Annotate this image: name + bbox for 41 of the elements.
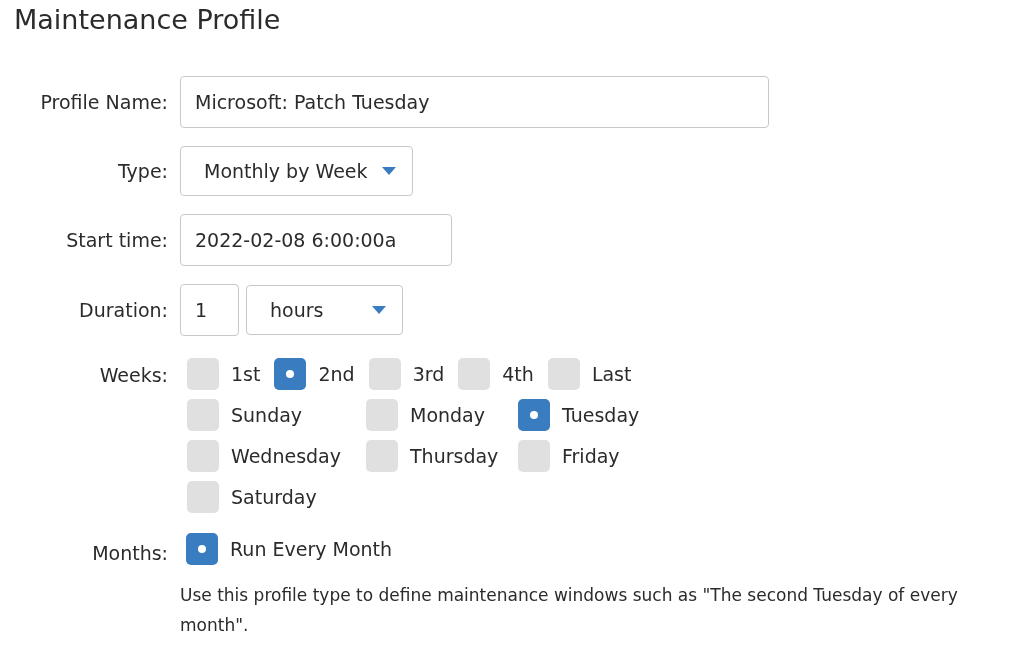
profile-name-field[interactable]: Microsoft: Patch Tuesday [180,76,769,128]
checkbox[interactable] [366,440,398,472]
checkbox-label: Last [591,361,632,387]
unit-dropdown[interactable]: hours [246,285,403,335]
checkbox-label: Friday [562,443,620,469]
checkbox[interactable] [187,481,219,513]
checkbox-label: Wednesday [231,443,341,469]
checkbox[interactable] [187,440,219,472]
type-dropdown[interactable]: Monthly by Week [180,146,413,196]
checkbox-label: Monday [410,402,485,428]
page-title: Maintenance Profile [13,3,282,37]
field-label: Start time: [65,227,168,253]
checkbox[interactable] [458,358,491,390]
duration-field[interactable]: 1 [180,284,239,336]
checkbox[interactable] [187,399,219,431]
field-label: Type: [116,158,168,184]
start-time-field[interactable]: 2022-02-08 6:00:00a [180,214,452,266]
checkbox[interactable] [518,399,550,431]
checkbox-label: Thursday [410,443,499,469]
checkbox-label: 4th [502,361,534,387]
checkbox-label: 2nd [318,361,355,387]
help-text: Use this profile type to define maintenance windows such as "The second Tuesday of every month". [179,583,959,637]
checkbox[interactable] [368,358,401,390]
checkbox[interactable] [518,440,550,472]
checkbox-label: Sunday [231,402,303,428]
field-label: Profile Name: [39,89,168,115]
checkbox-label: 3rd [412,361,445,387]
caret-icon [381,167,396,175]
checkbox[interactable] [547,358,580,390]
field-label: Duration: [78,297,168,323]
checkbox-label: Tuesday [562,402,640,428]
field-label: Months: [91,541,168,566]
checkbox-label: Run Every Month [230,537,393,562]
checkbox-label: Saturday [231,484,317,510]
checkbox[interactable] [187,358,219,390]
caret-icon [372,306,386,314]
field-label: Weeks: [98,363,168,388]
checkbox[interactable] [186,533,218,566]
checkbox[interactable] [274,358,307,390]
checkbox-label: 1st [231,361,261,387]
checkbox[interactable] [366,399,398,431]
